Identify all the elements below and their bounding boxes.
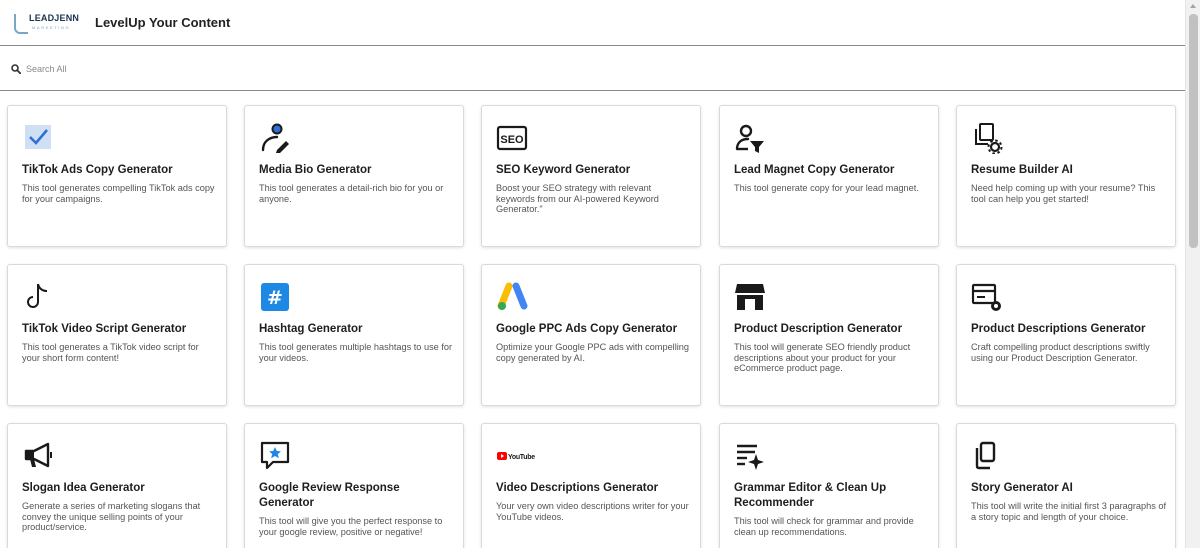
- card-title: SEO Keyword Generator: [496, 164, 631, 176]
- youtube-logo-icon: YouTube: [497, 452, 536, 461]
- card-description: This tool generates a TikTok video scrip…: [22, 342, 199, 363]
- tool-card[interactable]: Resume Builder AI Need help coming up wi…: [956, 105, 1176, 247]
- card-description: This tool generates a detail-rich bio fo…: [259, 183, 444, 204]
- person-filter-icon: [735, 124, 764, 153]
- card-description: This tool will write the initial first 3…: [971, 501, 1167, 522]
- card-description: This tool generates multiple hashtags to…: [259, 342, 453, 363]
- card-title: Product Descriptions Generator: [971, 323, 1146, 335]
- card-title: Story Generator AI: [971, 482, 1073, 494]
- scroll-up-arrow-icon[interactable]: [1190, 4, 1196, 8]
- tool-card[interactable]: Product Descriptions Generator Craft com…: [956, 264, 1176, 406]
- card-title: Slogan Idea Generator: [22, 482, 145, 494]
- tool-card[interactable]: Story Generator AI This tool will write …: [956, 423, 1176, 548]
- logo-mark-icon: [14, 14, 28, 34]
- tool-card[interactable]: Google PPC Ads Copy Generator Optimize y…: [481, 264, 701, 406]
- checkmark-icon: [25, 125, 51, 149]
- person-edit-icon: [261, 123, 289, 153]
- card-description: Need help coming up with your resume? Th…: [971, 183, 1156, 204]
- megaphone-icon: [24, 442, 52, 468]
- logo-subtext: MARKETING: [32, 25, 71, 30]
- youtube-wordmark: YouTube: [508, 454, 535, 461]
- card-title: Resume Builder AI: [971, 164, 1073, 176]
- search-bar: [0, 47, 1185, 91]
- tool-card[interactable]: # Hashtag Generator This tool generates …: [244, 264, 464, 406]
- search-input[interactable]: [26, 59, 1126, 79]
- card-description: This tool will check for grammar and pro…: [734, 516, 914, 537]
- svg-text:SEO: SEO: [500, 134, 524, 146]
- card-title: Media Bio Generator: [259, 164, 372, 176]
- brand-logo[interactable]: LEADJENN MARKETING: [14, 12, 80, 36]
- page-title: LevelUp Your Content: [95, 15, 231, 30]
- page-scrollbar[interactable]: [1185, 0, 1200, 548]
- card-title: Google PPC Ads Copy Generator: [496, 323, 678, 335]
- google-ads-icon: [497, 282, 528, 310]
- card-description: This tool will generate SEO friendly pro…: [734, 342, 911, 374]
- tool-card[interactable]: Slogan Idea Generator Generate a series …: [7, 423, 227, 548]
- review-star-icon: [260, 441, 290, 470]
- card-description: This tool generates compelling TikTok ad…: [22, 183, 215, 204]
- documents-gear-icon: [975, 123, 1003, 154]
- tool-card[interactable]: YouTube Video Descriptions Generator You…: [481, 423, 701, 548]
- tool-card[interactable]: Lead Magnet Copy Generator This tool gen…: [719, 105, 939, 247]
- tool-card[interactable]: Google Review Response Generator This to…: [244, 423, 464, 548]
- seo-icon: SEO: [496, 125, 528, 151]
- card-description: This tool generate copy for your lead ma…: [734, 183, 919, 193]
- tool-card[interactable]: Product Description Generator This tool …: [719, 264, 939, 406]
- search-icon: [11, 64, 21, 74]
- card-title: Grammar Editor & Clean Up Recommender: [734, 482, 887, 509]
- card-description: Optimize your Google PPC ads with compel…: [496, 342, 690, 363]
- svg-text:#: #: [267, 287, 283, 309]
- scrollbar-thumb[interactable]: [1189, 14, 1198, 248]
- tiktok-icon: [27, 283, 48, 308]
- card-title: TikTok Ads Copy Generator: [22, 164, 173, 176]
- copy-document-icon: [975, 441, 996, 470]
- tool-card[interactable]: TikTok Ads Copy Generator This tool gene…: [7, 105, 227, 247]
- card-gear-icon: [971, 283, 1001, 311]
- card-title: Google Review Response Generator: [259, 482, 400, 509]
- text-sparkle-icon: [737, 444, 764, 470]
- tool-card[interactable]: Media Bio Generator This tool generates …: [244, 105, 464, 247]
- tool-card[interactable]: SEO SEO Keyword Generator Boost your SEO…: [481, 105, 701, 247]
- card-title: Video Descriptions Generator: [496, 482, 659, 494]
- card-title: TikTok Video Script Generator: [22, 323, 187, 335]
- card-title: Product Description Generator: [734, 323, 903, 335]
- card-description: Your very own video descriptions writer …: [496, 501, 689, 522]
- card-title: Hashtag Generator: [259, 323, 363, 335]
- app-header: LEADJENN MARKETING LevelUp Your Content: [0, 0, 1185, 46]
- card-description: Craft compelling product descriptions sw…: [971, 342, 1150, 363]
- card-description: Generate a series of marketing slogans t…: [22, 501, 201, 533]
- card-title: Lead Magnet Copy Generator: [734, 164, 895, 176]
- storefront-icon: [735, 284, 765, 310]
- tool-card[interactable]: Grammar Editor & Clean Up Recommender Th…: [719, 423, 939, 548]
- logo-text: LEADJENN: [29, 13, 80, 23]
- hashtag-icon: #: [261, 283, 289, 311]
- card-description: Boost your SEO strategy with relevant ke…: [496, 183, 659, 215]
- tool-card[interactable]: TikTok Video Script Generator This tool …: [7, 264, 227, 406]
- card-description: This tool will give you the perfect resp…: [259, 516, 443, 537]
